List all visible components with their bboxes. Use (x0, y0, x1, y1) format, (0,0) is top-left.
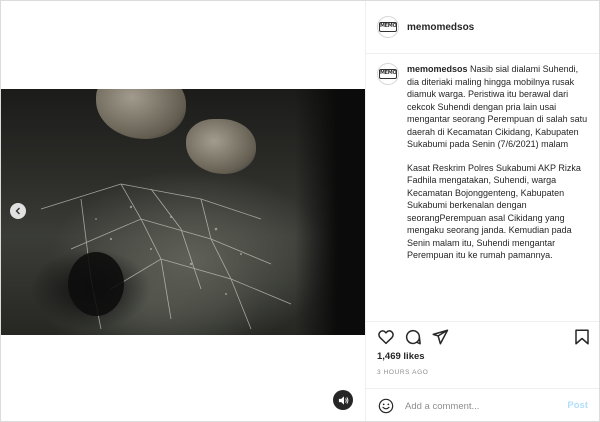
audio-toggle-button[interactable] (333, 390, 353, 410)
post-comment-button[interactable]: Post (567, 400, 588, 411)
chevron-left-icon (15, 207, 20, 215)
save-button[interactable] (572, 327, 592, 347)
emoji-button[interactable] (377, 397, 395, 415)
comment-input[interactable] (405, 400, 565, 412)
previous-button[interactable] (10, 203, 26, 219)
post-timestamp[interactable]: 3 HOURS AGO (377, 369, 428, 376)
like-button[interactable] (376, 327, 396, 347)
speaker-icon (338, 395, 348, 405)
like-count[interactable]: 1,469 likes (377, 351, 425, 362)
paper-plane-icon (432, 329, 449, 345)
post-header: MEMO memomedsos (366, 1, 599, 54)
comment-button[interactable] (403, 327, 423, 347)
action-bar (376, 327, 592, 349)
caption-paragraph: Kasat Reskrim Polres Sukabumi AKP Rizka … (407, 162, 581, 261)
heart-icon (378, 330, 394, 345)
video-frame-detail (295, 89, 365, 335)
avatar[interactable]: MEMO (377, 16, 399, 38)
comment-icon (405, 329, 421, 345)
smiley-icon (378, 398, 394, 414)
avatar[interactable]: MEMO (377, 63, 399, 85)
comment-bar: Post (366, 388, 599, 421)
avatar-logo: MEMO (379, 69, 397, 79)
post-sidebar: MEMO memomedsos MEMO memomedsos Nasib si… (365, 1, 599, 421)
username-link[interactable]: memomedsos (407, 22, 474, 33)
video-player[interactable] (1, 89, 365, 335)
media-panel (1, 1, 365, 421)
avatar-logo: MEMO (379, 22, 397, 32)
caption-section: MEMO memomedsos Nasib sial dialami Suhen… (366, 63, 599, 319)
bookmark-icon (575, 329, 589, 345)
share-button[interactable] (430, 327, 450, 347)
action-section: 1,469 likes 3 HOURS AGO Post (366, 321, 599, 421)
caption-text: memomedsos Nasib sial dialami Suhendi, d… (407, 63, 591, 319)
caption-lead: Nasib sial dialami Suhendi, dia diteriak… (407, 64, 588, 149)
caption-username-link[interactable]: memomedsos (407, 64, 468, 74)
post-window: MEMO memomedsos MEMO memomedsos Nasib si… (0, 0, 600, 422)
